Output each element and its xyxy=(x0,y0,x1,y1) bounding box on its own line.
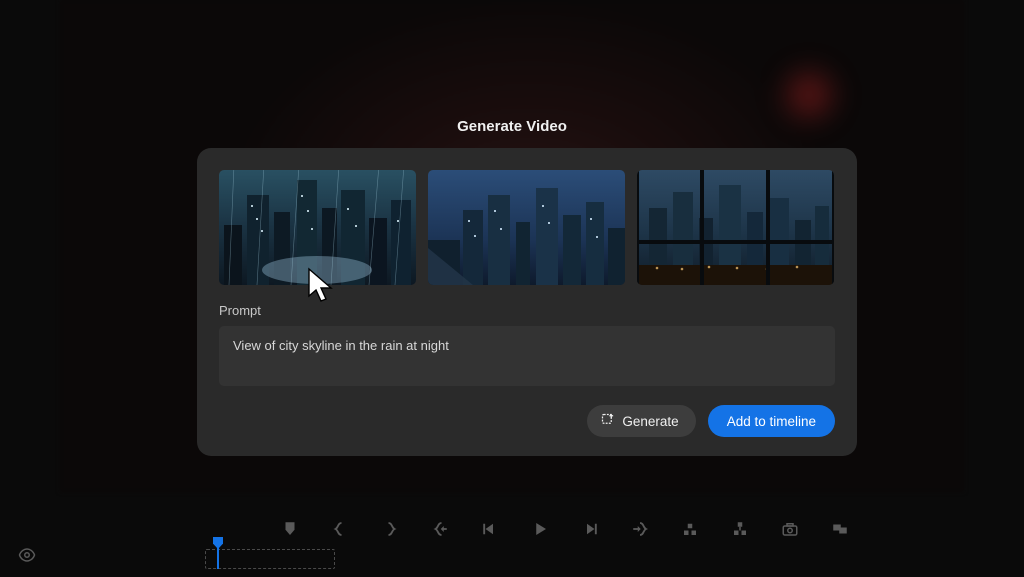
modal-title: Generate Video xyxy=(457,118,567,135)
generate-icon xyxy=(600,412,615,430)
step-forward-icon[interactable] xyxy=(580,519,600,539)
prompt-input[interactable] xyxy=(219,326,835,386)
playhead[interactable] xyxy=(213,537,223,549)
brace-close-icon[interactable] xyxy=(380,519,400,539)
thumbnail-option-1[interactable] xyxy=(219,170,416,285)
generate-video-modal: Prompt Generate Add to timeline xyxy=(197,148,857,456)
generate-button-label: Generate xyxy=(622,414,678,429)
ripple-in-icon[interactable] xyxy=(430,519,450,539)
button-row: Generate Add to timeline xyxy=(219,405,835,437)
transport-toolbar xyxy=(280,519,850,539)
add-to-timeline-button[interactable]: Add to timeline xyxy=(708,405,835,437)
visibility-icon[interactable] xyxy=(18,546,36,569)
step-back-icon[interactable] xyxy=(480,519,500,539)
prompt-label: Prompt xyxy=(219,303,835,318)
play-icon[interactable] xyxy=(530,519,550,539)
add-to-timeline-label: Add to timeline xyxy=(727,414,816,429)
thumbnail-row xyxy=(219,170,835,285)
generate-button[interactable]: Generate xyxy=(587,405,695,437)
thumbnail-option-2[interactable] xyxy=(428,170,625,285)
extract-icon[interactable] xyxy=(730,519,750,539)
ripple-out-icon[interactable] xyxy=(630,519,650,539)
marker-icon[interactable] xyxy=(280,519,300,539)
snapshot-icon[interactable] xyxy=(780,519,800,539)
playhead-line xyxy=(217,547,219,569)
timeline-clip-placeholder[interactable] xyxy=(205,549,335,569)
swap-icon[interactable] xyxy=(830,519,850,539)
thumbnail-option-3[interactable] xyxy=(637,170,834,285)
brace-open-icon[interactable] xyxy=(330,519,350,539)
lift-icon[interactable] xyxy=(680,519,700,539)
